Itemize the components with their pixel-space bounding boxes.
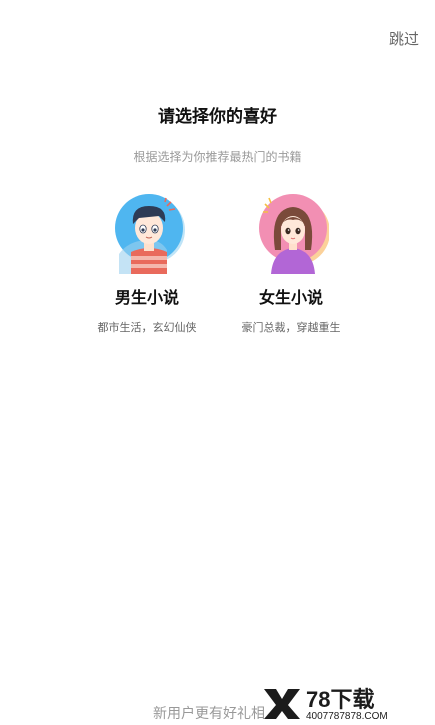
female-novel-desc: 豪门总裁，穿越重生 bbox=[241, 321, 341, 334]
female-novel-option[interactable]: 女生小说 豪门总裁，穿越重生 bbox=[216, 192, 366, 335]
boy-avatar-icon bbox=[109, 192, 185, 274]
female-novel-label: 女生小说 bbox=[258, 288, 323, 307]
male-novel-option[interactable]: 男生小说 都市生活，玄幻仙侠 bbox=[72, 192, 222, 335]
male-novel-desc: 都市生活，玄幻仙侠 bbox=[97, 321, 197, 334]
svg-text:78下载: 78下载 bbox=[306, 687, 374, 712]
svg-text:4007787878.COM: 4007787878.COM bbox=[306, 711, 388, 721]
male-novel-label: 男生小说 bbox=[114, 288, 179, 307]
page-subtitle: 根据选择为你推荐最热门的书籍 bbox=[133, 150, 302, 164]
page-title: 请选择你的喜好 bbox=[158, 107, 277, 127]
new-user-promo: 新用户更有好礼相 bbox=[153, 706, 265, 722]
girl-avatar-icon bbox=[253, 192, 329, 274]
site-watermark-logo: 78下载 4007787878.COM bbox=[262, 685, 427, 722]
skip-button[interactable]: 跳过 bbox=[389, 28, 419, 49]
